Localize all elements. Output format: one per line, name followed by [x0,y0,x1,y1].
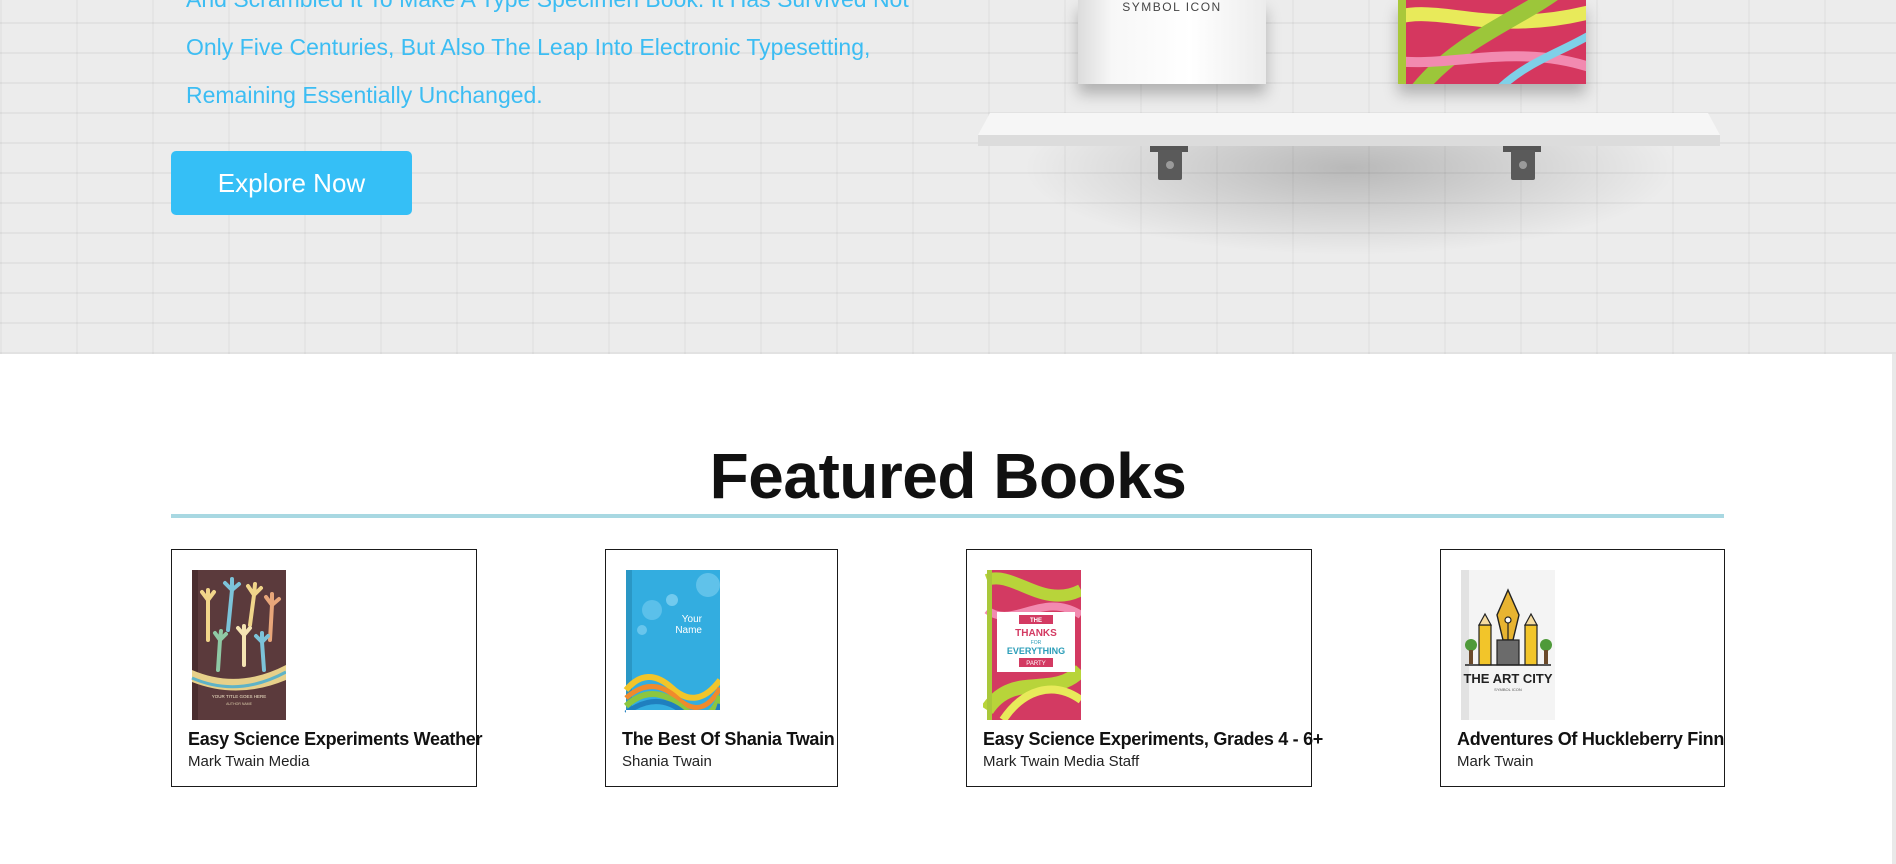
shelf-shadow [1020,146,1680,256]
book-title[interactable]: The Best Of Shania Twain [622,729,835,750]
book-cover[interactable]: Your Name [622,570,720,720]
shelf-bracket-right [1503,146,1541,180]
book-card[interactable]: YOUR TITLE GOES HERE AUTHOR NAME Easy Sc… [171,549,483,787]
book-card[interactable]: Your Name The Best Of Shania Twain Shani… [605,549,838,787]
book-title[interactable]: Easy Science Experiments Weather [188,729,483,750]
cover-art-city-text: THE ART CITY [1463,671,1552,686]
bookshelf-illustration: SYMBOL ICON [960,0,1740,354]
book-cover[interactable]: THE THANKS FOR EVERYTHING PARTY [983,570,1081,720]
book-cover[interactable]: THE ART CITY SYMBOL ICON [1457,570,1555,720]
book-author: Mark Twain [1457,753,1534,770]
cover-author-text: AUTHOR NAME [226,702,253,706]
shelf-book-white: SYMBOL ICON [1078,0,1266,84]
book-author: Mark Twain Media Staff [983,753,1140,770]
shelf-book-colorful [1398,0,1586,84]
hero-line-2: Only Five Centuries, But Also The Leap I… [186,34,871,60]
book-title[interactable]: Easy Science Experiments, Grades 4 - 6+ [983,729,1323,750]
heading-underline [171,514,1724,518]
page-scrollbar-track[interactable] [1892,354,1896,864]
cover-symbol-icon-text: SYMBOL ICON [1494,687,1522,692]
cover-the-text: THE [1030,618,1042,624]
cover-everything-text: EVERYTHING [1007,646,1065,656]
book-author: Mark Twain Media [188,753,310,770]
hero-description: And Scrambled It To Make A Type Specimen… [186,0,916,119]
book-card[interactable]: THE THANKS FOR EVERYTHING PARTY Easy Sci… [966,549,1323,787]
cover-title-text: YOUR TITLE GOES HERE [212,694,266,699]
book-card[interactable]: THE ART CITY SYMBOL ICON Adventures Of H… [1440,549,1725,787]
shelf-board [978,113,1720,146]
shelf-bracket-left [1150,146,1188,180]
cover-party-text: PARTY [1026,661,1045,667]
explore-now-button[interactable]: Explore Now [171,151,412,215]
cover-your-text: Your [682,614,703,625]
cover-name-text: Name [675,625,702,636]
book-cover[interactable]: YOUR TITLE GOES HERE AUTHOR NAME [188,570,286,720]
shelf-book-label: SYMBOL ICON [1122,0,1222,14]
cover-thanks-text: THANKS [1015,628,1057,639]
featured-books-heading: Featured Books [709,440,1187,512]
hero-line-1: And Scrambled It To Make A Type Specimen… [186,0,916,23]
hero-banner: And Scrambled It To Make A Type Specimen… [0,0,1896,354]
book-author: Shania Twain [622,753,712,770]
hero-line-3: Remaining Essentially Unchanged. [186,82,543,108]
book-title[interactable]: Adventures Of Huckleberry Finn [1457,729,1724,750]
